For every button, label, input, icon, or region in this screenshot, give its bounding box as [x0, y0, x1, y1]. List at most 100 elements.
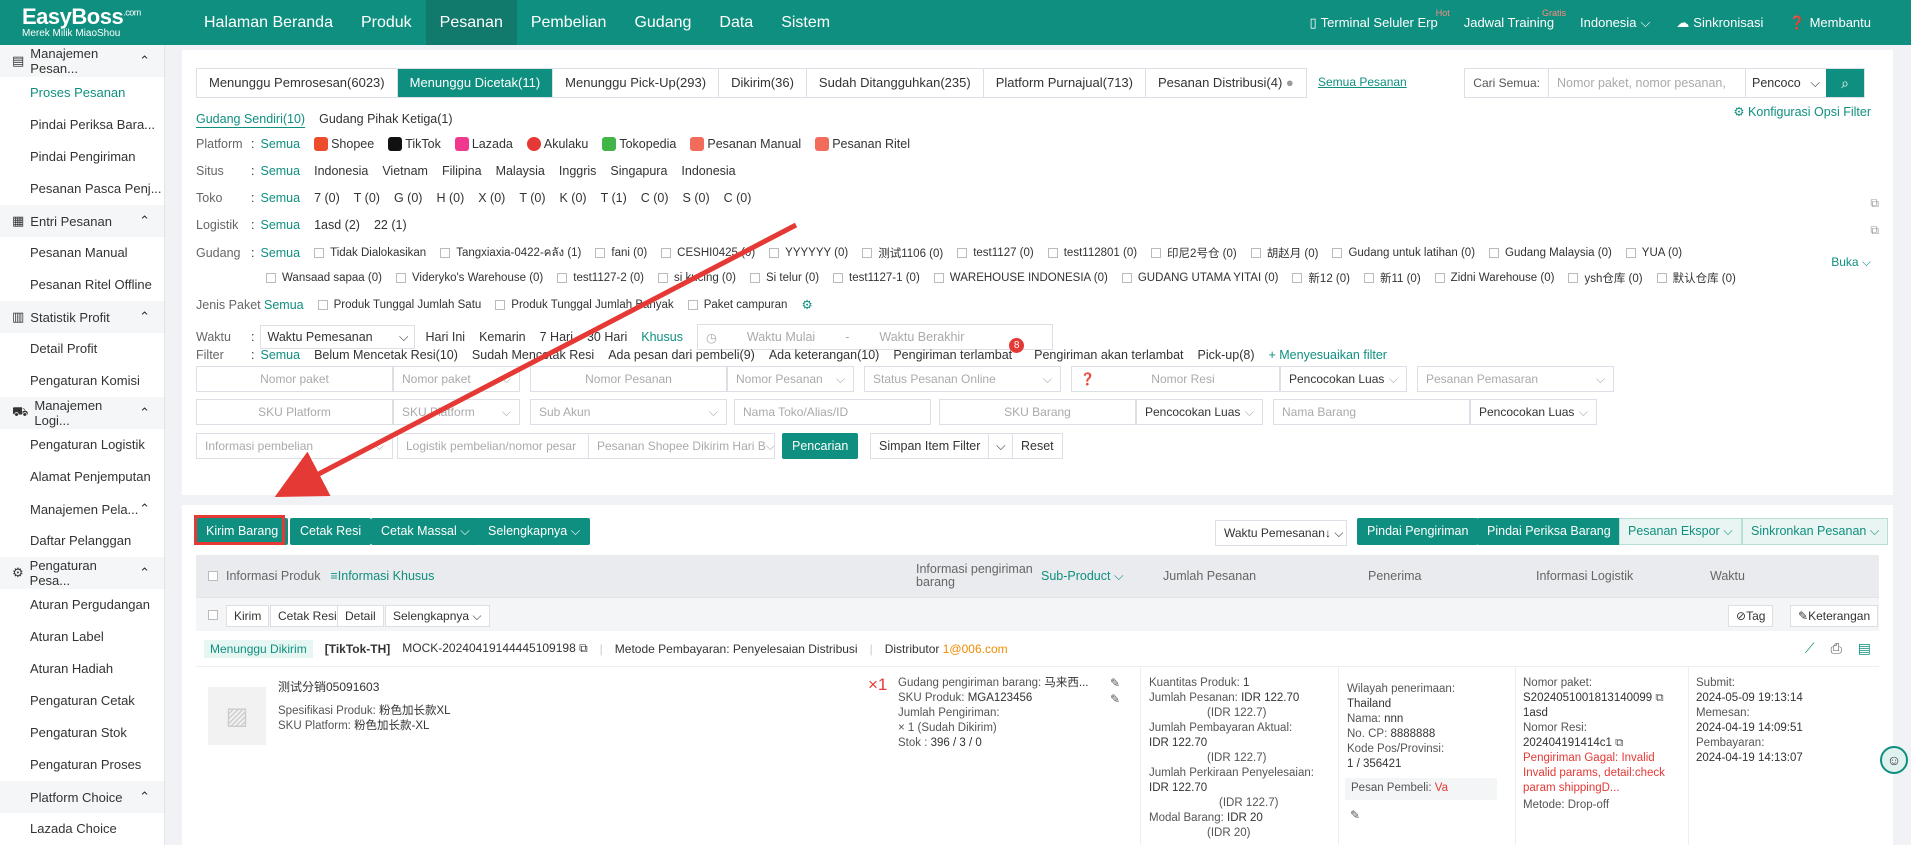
more-small-button[interactable]: Selengkapnya ⌵ [385, 605, 490, 627]
sidebar-item-manual-order[interactable]: Pesanan Manual [0, 237, 164, 269]
sub-account-select[interactable]: Sub Akun ⌵ [530, 399, 727, 425]
tab-after-sales[interactable]: Platform Purnajual(713) [983, 69, 1146, 97]
logistics-option[interactable]: 22 (1) [374, 218, 407, 232]
all-orders-link[interactable]: Semua Pesanan [1318, 75, 1407, 89]
sidebar-group-orders[interactable]: ▤ Manajemen Pesan... ⌃ [0, 45, 164, 77]
nav-home[interactable]: Halaman Beranda [190, 0, 347, 45]
sidebar-item-logistics-settings[interactable]: Pengaturan Logistik [0, 429, 164, 461]
sub-product-toggle[interactable]: Sub-Product ⌵ [1041, 569, 1123, 584]
sort-select[interactable]: Waktu Pemesanan↓ ⌵ [1215, 520, 1347, 546]
sidebar-group-platform-choice[interactable]: Platform Choice ⌃ [0, 781, 164, 813]
store-option[interactable]: K (0) [560, 191, 587, 205]
search-button[interactable]: ⌕ [1826, 69, 1864, 97]
warehouse-checkbox[interactable]: 新12 (0) [1292, 270, 1350, 286]
sidebar-item-after-sales[interactable]: Pesanan Pasca Penj... [0, 173, 164, 205]
warehouse-checkbox[interactable]: test1127 (0) [957, 247, 1034, 259]
package-checkbox[interactable]: Produk Tunggal Jumlah Satu [317, 299, 481, 311]
sidebar-group-customers[interactable]: Manajemen Pela... ⌃ [0, 493, 164, 525]
sidebar-item-scan-ship[interactable]: Pindai Pengiriman [0, 141, 164, 173]
goods-sku-input[interactable]: SKU Barang [939, 399, 1136, 425]
site-option[interactable]: Malaysia [496, 164, 545, 178]
warehouse-checkbox[interactable]: CESHI0425 (0) [661, 247, 755, 259]
tab-shipped[interactable]: Dikirim(36) [719, 69, 807, 97]
detail-button[interactable]: Detail [337, 605, 384, 627]
tag-button[interactable]: ⊘Tag [1728, 605, 1774, 627]
tab-suspended[interactable]: Sudah Ditangguhkan(235) [806, 69, 984, 97]
warehouse-checkbox[interactable]: Videryko's Warehouse (0) [395, 272, 543, 284]
nav-warehouse[interactable]: Gudang [620, 0, 705, 45]
platform-manual[interactable]: Pesanan Manual [690, 137, 801, 151]
sidebar-item-process-orders[interactable]: Proses Pesanan [0, 77, 164, 109]
tab-third-party-warehouse[interactable]: Gudang Pihak Ketiga(1) [319, 112, 452, 126]
sidebar-item-label-rules[interactable]: Aturan Label [0, 621, 164, 653]
copy-icon[interactable]: ⧉ [1870, 223, 1879, 238]
platform-tokopedia[interactable]: Tokopedia [602, 137, 676, 151]
printer-icon[interactable]: ⎙ [1831, 640, 1842, 657]
platform-akulaku[interactable]: Akulaku [526, 137, 588, 151]
sync-link[interactable]: ☁ Sinkronisasi [1676, 15, 1763, 31]
store-name-input[interactable]: Nama Toko/Alias/ID [734, 399, 931, 425]
search-submit-button[interactable]: Pencarian [782, 433, 859, 459]
scan-check-button[interactable]: Pindai Periksa Barang [1477, 518, 1621, 545]
select-all-checkbox[interactable] [208, 610, 218, 620]
site-option[interactable]: Vietnam [382, 164, 428, 178]
warehouse-checkbox[interactable]: Wansaad sapaa (0) [266, 272, 382, 284]
warehouse-checkbox[interactable]: Tidak Dialokasikan [314, 247, 426, 259]
tab-own-warehouse[interactable]: Gudang Sendiri(10) [196, 112, 305, 126]
expand-warehouses[interactable]: Buka ⌵ [1831, 255, 1871, 270]
tracking-number-input[interactable]: ❓ Nomor Resi [1071, 366, 1280, 392]
warehouse-checkbox[interactable]: Zidni Warehouse (0) [1434, 272, 1554, 284]
warehouse-checkbox[interactable]: fani (0) [595, 247, 647, 259]
sidebar-item-profit-detail[interactable]: Detail Profit [0, 333, 164, 365]
store-option[interactable]: G (0) [394, 191, 422, 205]
platform-retail[interactable]: Pesanan Ritel [815, 137, 910, 151]
warehouse-checkbox[interactable]: test1127-2 (0) [557, 272, 644, 284]
nav-orders[interactable]: Pesanan [425, 0, 517, 45]
package-all[interactable]: Semua [264, 298, 304, 312]
more-actions-button[interactable]: Selengkapnya ⌵ [478, 518, 591, 545]
edit-warehouse-icon[interactable]: ✎ [1110, 676, 1120, 690]
store-option[interactable]: T (0) [354, 191, 380, 205]
tab-pending-pickup[interactable]: Menunggu Pick-Up(293) [553, 69, 720, 97]
warehouse-checkbox[interactable]: WAREHOUSE INDONESIA (0) [933, 272, 1108, 284]
print-receipt-small-button[interactable]: Cetak Resi [270, 605, 345, 627]
sidebar-item-scan-check[interactable]: Pindai Periksa Bara... [0, 109, 164, 141]
time-custom[interactable]: Khusus [641, 330, 683, 344]
sidebar-item-warehouse-rules[interactable]: Aturan Pergudangan [0, 589, 164, 621]
date-range-picker[interactable]: ◷ Waktu Mulai - Waktu Berakhir [696, 324, 1053, 350]
copy-icon[interactable]: ⧉ [1870, 196, 1879, 211]
goods-sku-match-select[interactable]: Pencocokan Luas ⌵ [1136, 399, 1263, 425]
site-option[interactable]: Indonesia [681, 164, 735, 178]
nav-data[interactable]: Data [705, 0, 767, 45]
warehouse-checkbox[interactable]: 印尼2号仓 (0) [1151, 245, 1237, 261]
product-name[interactable]: 测试分销05091603 [278, 680, 478, 695]
platform-lazada[interactable]: Lazada [454, 137, 513, 151]
order-number-select[interactable]: Nomor Pesanan ⌵ [727, 366, 854, 392]
store-option[interactable]: X (0) [478, 191, 505, 205]
store-option[interactable]: 7 (0) [314, 191, 340, 205]
package-checkbox[interactable]: Produk Tunggal Jumlah Banyak [495, 299, 674, 311]
header-special-info[interactable]: ≡Informasi Khusus [330, 569, 434, 583]
site-option[interactable]: Filipina [442, 164, 482, 178]
nav-system[interactable]: Sistem [767, 0, 844, 45]
time-7days[interactable]: 7 Hari [540, 330, 573, 344]
note-button[interactable]: ✎Keterangan [1790, 605, 1879, 627]
site-option[interactable]: Indonesia [314, 164, 368, 178]
assistant-avatar[interactable]: ☺ [1880, 746, 1908, 774]
copy-icon[interactable]: ⧉ [1655, 692, 1663, 704]
warehouse-checkbox[interactable]: 测试1106 (0) [862, 245, 943, 261]
warehouse-checkbox[interactable]: Si telur (0) [750, 272, 819, 284]
online-status-select[interactable]: Status Pesanan Online ⌵ [864, 366, 1061, 392]
search-mode-select[interactable]: Pencoco ⌵ [1746, 69, 1826, 97]
package-checkbox[interactable]: Paket campuran [687, 299, 787, 311]
warehouse-checkbox[interactable]: Gudang Malaysia (0) [1489, 247, 1612, 259]
logistics-option[interactable]: 1asd (2) [314, 218, 360, 232]
package-number-input[interactable]: Nomor paket [196, 366, 393, 392]
training-link[interactable]: Jadwal Training Gratis [1464, 8, 1566, 30]
clipboard-icon[interactable]: ▤ [1858, 640, 1871, 657]
store-option[interactable]: H (0) [436, 191, 464, 205]
platform-shopee[interactable]: Shopee [314, 137, 374, 151]
warehouse-all[interactable]: Semua [260, 246, 300, 260]
store-option[interactable]: C (0) [724, 191, 752, 205]
platform-sku-select[interactable]: SKU Platform ⌵ [393, 399, 520, 425]
